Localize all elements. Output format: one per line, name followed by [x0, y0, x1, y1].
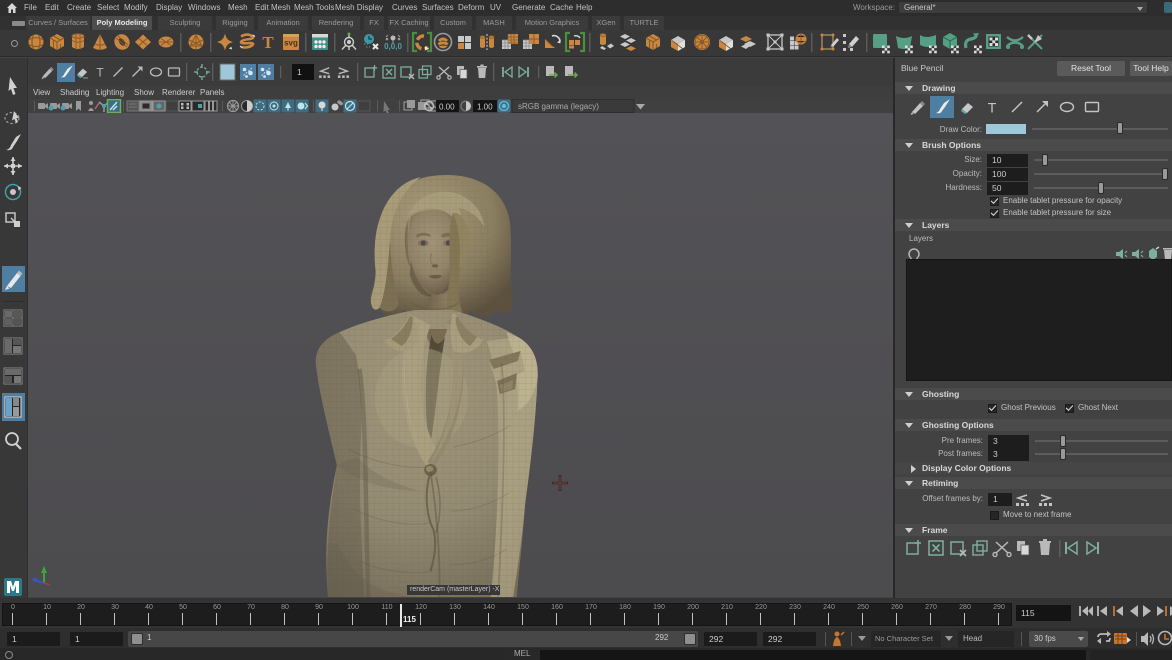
svg-text:1: 1	[297, 67, 302, 77]
svg-text:svg: svg	[284, 39, 298, 48]
svg-text:T: T	[96, 66, 104, 80]
svg-text:T: T	[988, 100, 997, 116]
svg-text:sRGB gamma (legacy): sRGB gamma (legacy)	[518, 102, 599, 111]
svg-text:0.00: 0.00	[439, 103, 455, 112]
svg-text:T: T	[262, 33, 274, 52]
svg-text:0,0,0: 0,0,0	[384, 42, 402, 51]
svg-text:1.00: 1.00	[477, 103, 493, 112]
